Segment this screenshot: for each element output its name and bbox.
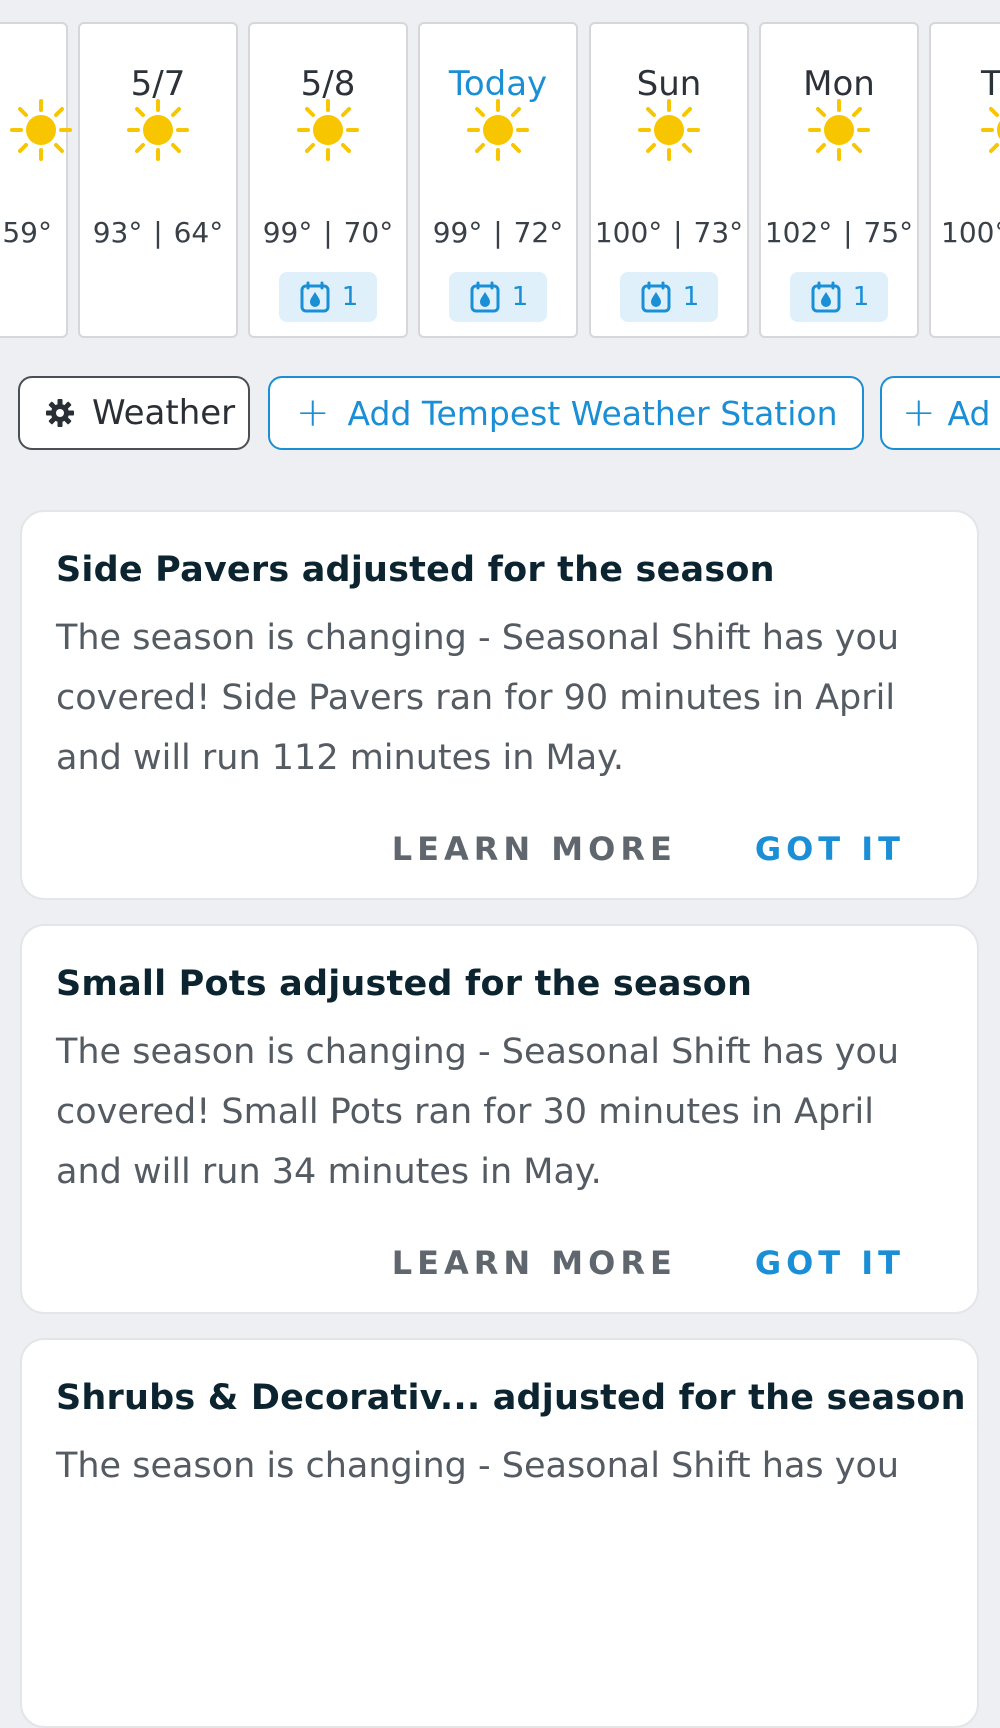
low-temp: 70° bbox=[343, 216, 394, 249]
day-temps: 100° bbox=[941, 216, 1000, 249]
sun-icon bbox=[981, 107, 1000, 153]
plus-icon: + bbox=[296, 390, 330, 436]
sun-icon bbox=[638, 99, 700, 161]
forecast-day-card[interactable]: Mon 102° | 75° 1 bbox=[759, 22, 919, 338]
day-temps: 93° | 64° bbox=[92, 216, 224, 249]
seasonal-shift-card: Shrubs & Decorativ... adjusted for the s… bbox=[20, 1338, 979, 1728]
low-temp: 73° bbox=[693, 216, 744, 249]
rain-gauge-icon bbox=[811, 281, 841, 313]
chips-row: Weather + Add Tempest Weather Station + … bbox=[0, 376, 1000, 454]
sun-icon bbox=[297, 99, 359, 161]
rain-count: 1 bbox=[852, 282, 870, 312]
rain-badge: 1 bbox=[279, 272, 377, 322]
day-label: 5/7 bbox=[130, 64, 186, 104]
learn-more-button[interactable]: LEARN MORE bbox=[392, 1244, 677, 1282]
gear-icon bbox=[46, 399, 74, 427]
day-temps: 102° | 75° bbox=[764, 216, 914, 249]
high-temp: 99° bbox=[432, 216, 483, 249]
card-title: Small Pots adjusted for the season bbox=[56, 964, 753, 1004]
high-temp: 100° bbox=[594, 216, 663, 249]
add-chip-label: Ad bbox=[947, 393, 991, 433]
card-actions: LEARN MORE GOT IT bbox=[392, 830, 905, 868]
add-chip-button[interactable]: + Ad bbox=[880, 376, 1000, 450]
forecast-day-card[interactable]: 5/8 99° | 70° 1 bbox=[248, 22, 408, 338]
card-actions: LEARN MORE GOT IT bbox=[392, 1244, 905, 1282]
plus-icon: + bbox=[902, 390, 936, 436]
seasonal-shift-card: Small Pots adjusted for the season The s… bbox=[20, 924, 979, 1314]
card-body: The season is changing - Seasonal Shift … bbox=[56, 1446, 900, 1486]
rain-gauge-icon bbox=[470, 281, 500, 313]
rain-badge: 1 bbox=[790, 272, 888, 322]
got-it-button[interactable]: GOT IT bbox=[755, 830, 905, 868]
weather-chip-label: Weather bbox=[92, 393, 236, 433]
rain-gauge-icon bbox=[641, 281, 671, 313]
high-temp: 102° bbox=[764, 216, 833, 249]
high-temp: 100° bbox=[941, 216, 1000, 249]
forecast-day-card[interactable]: 5/7 93° | 64° bbox=[78, 22, 238, 338]
rain-count: 1 bbox=[341, 282, 359, 312]
day-label: Sun bbox=[636, 64, 702, 104]
high-temp: 99° bbox=[262, 216, 313, 249]
add-tempest-station-button[interactable]: + Add Tempest Weather Station bbox=[268, 376, 864, 450]
rain-badge: 1 bbox=[620, 272, 718, 322]
forecast-day-card[interactable]: T 100° bbox=[929, 22, 1000, 338]
day-temps: 100° | 73° bbox=[594, 216, 744, 249]
day-temps: 99° | 70° bbox=[262, 216, 394, 249]
day-label: T bbox=[981, 64, 1000, 104]
weather-settings-chip[interactable]: Weather bbox=[18, 376, 250, 450]
learn-more-button[interactable]: LEARN MORE bbox=[392, 830, 677, 868]
day-label: Today bbox=[448, 64, 548, 104]
forecast-day-card[interactable]: 6 59° bbox=[0, 22, 72, 338]
low-temp: 64° bbox=[173, 216, 224, 249]
rain-count: 1 bbox=[511, 282, 529, 312]
forecast-day-card-today[interactable]: Today 99° | 72° 1 bbox=[418, 22, 578, 338]
day-label: 5/8 bbox=[300, 64, 356, 104]
forecast-day-card[interactable]: Sun 100° | 73° 1 bbox=[589, 22, 749, 338]
rain-badge: 1 bbox=[449, 272, 547, 322]
day-temps: 99° | 72° bbox=[432, 216, 564, 249]
add-tempest-label: Add Tempest Weather Station bbox=[347, 393, 838, 433]
rain-gauge-icon bbox=[300, 281, 330, 313]
low-temp: 59° bbox=[2, 216, 52, 249]
got-it-button[interactable]: GOT IT bbox=[755, 1244, 905, 1282]
high-temp: 93° bbox=[92, 216, 143, 249]
low-temp: 75° bbox=[863, 216, 914, 249]
card-body: The season is changing - Seasonal Shift … bbox=[56, 1032, 900, 1192]
card-body: The season is changing - Seasonal Shift … bbox=[56, 618, 900, 778]
day-label: Mon bbox=[803, 64, 875, 104]
day-temps: 59° bbox=[2, 216, 52, 249]
forecast-strip[interactable]: 6 59° 5/7 93° | 64° bbox=[0, 0, 1000, 345]
seasonal-shift-card: Side Pavers adjusted for the season The … bbox=[20, 510, 979, 900]
rain-count: 1 bbox=[682, 282, 700, 312]
card-title: Side Pavers adjusted for the season bbox=[56, 550, 775, 590]
sun-icon bbox=[127, 99, 189, 161]
sun-icon bbox=[808, 99, 870, 161]
sun-icon bbox=[467, 99, 529, 161]
sun-icon bbox=[10, 99, 72, 161]
low-temp: 72° bbox=[513, 216, 564, 249]
card-title: Shrubs & Decorativ... adjusted for the s… bbox=[56, 1378, 966, 1418]
